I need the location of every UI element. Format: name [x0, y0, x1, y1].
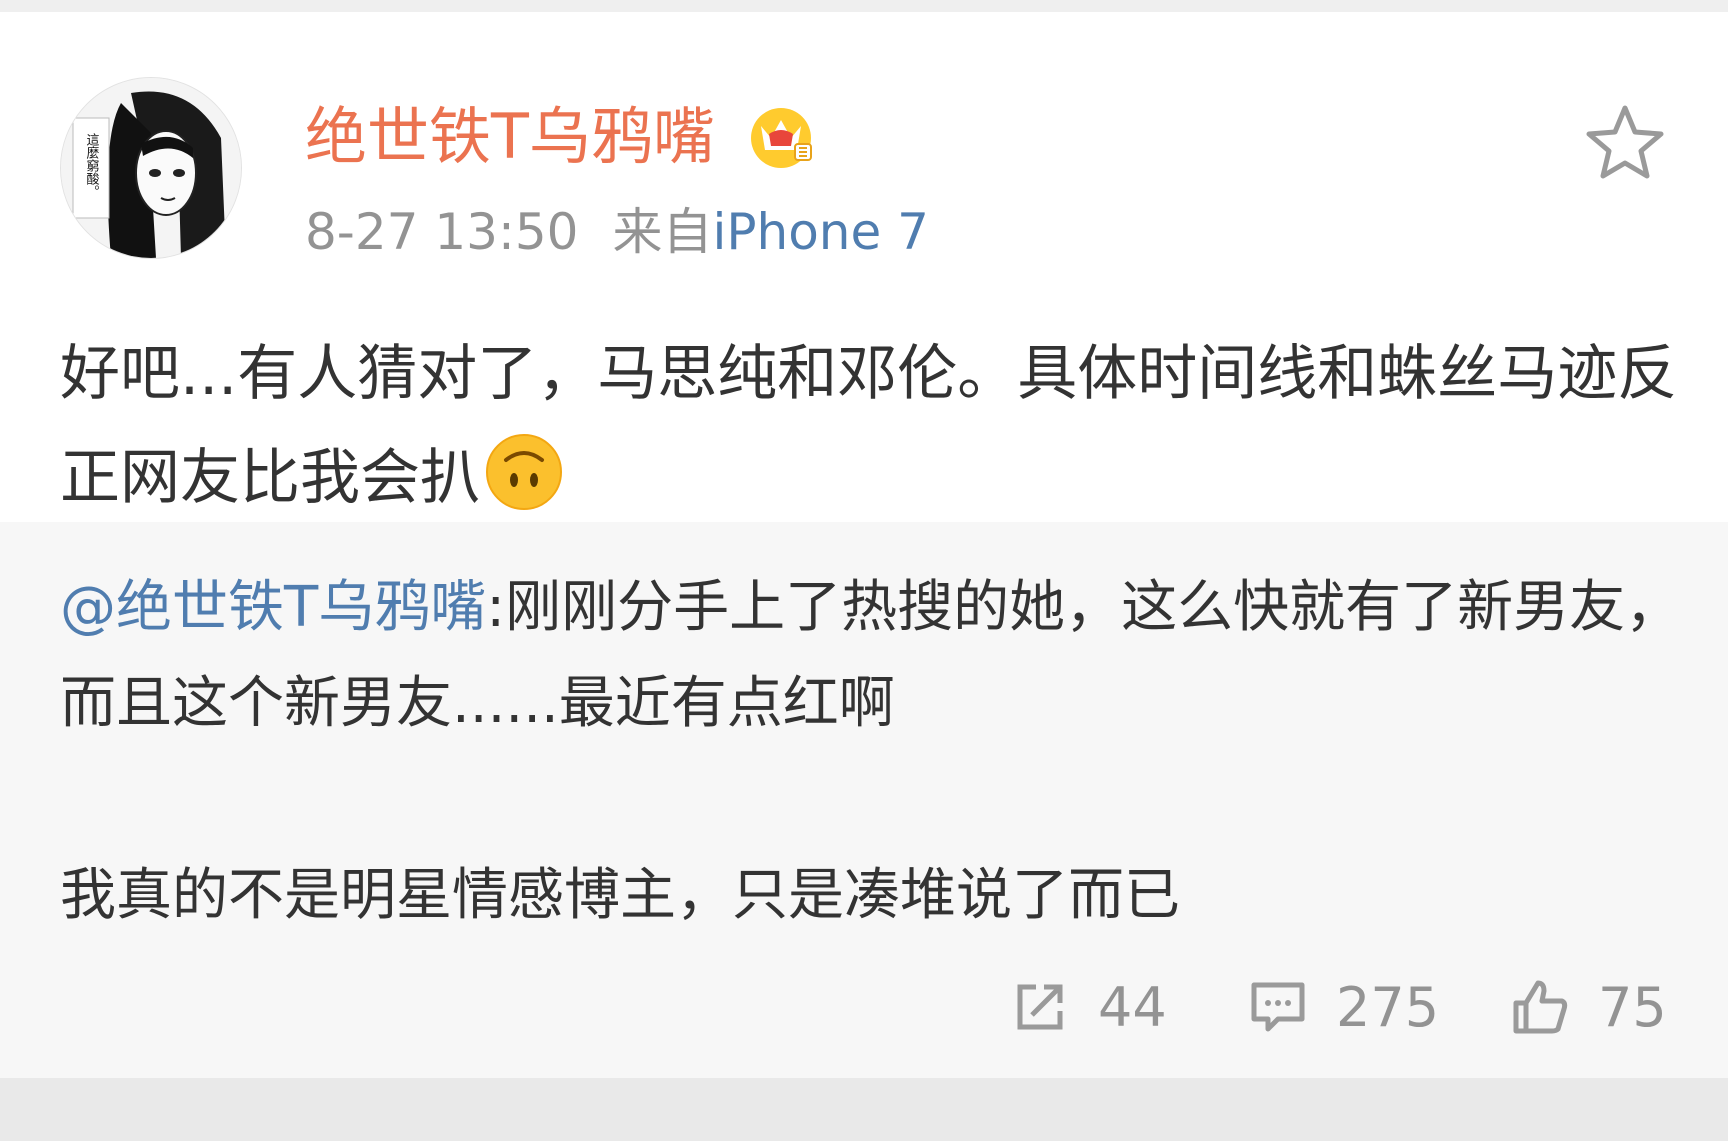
- repost-line1: @绝世铁T乌鸦嘴:刚刚分手上了热搜的她，这么快就有了新男友，而且这个新男友...…: [60, 560, 1690, 752]
- weibo-post: 這麼窮酸。 绝世铁T乌鸦嘴 8-27 13:50 来自iPhone 7 好吧...…: [0, 12, 1728, 522]
- comment-icon: [1251, 982, 1305, 1032]
- post-text: 好吧...有人猜对了，马思纯和邓伦。具体时间线和蛛丝马迹反正网友比我会扒: [60, 322, 1690, 530]
- avatar-text: 這麼窮酸。: [84, 132, 100, 198]
- repost-box[interactable]: @绝世铁T乌鸦嘴:刚刚分手上了热搜的她，这么快就有了新男友，而且这个新男友...…: [0, 522, 1728, 1078]
- user-avatar[interactable]: 這麼窮酸。: [60, 77, 242, 259]
- repost-line2: 我真的不是明星情感博主，只是凑堆说了而已: [60, 863, 1180, 928]
- repost-text: @绝世铁T乌鸦嘴:刚刚分手上了热搜的她，这么快就有了新男友，而且这个新男友...…: [60, 560, 1690, 944]
- comment-count: 275: [1336, 975, 1440, 1039]
- avatar-illustration: 這麼窮酸。: [61, 78, 241, 258]
- crown-vip-icon[interactable]: [745, 100, 817, 172]
- source-label: 来自: [612, 203, 713, 261]
- share-icon: [1017, 984, 1063, 1030]
- post-text-content: 好吧...有人猜对了，马思纯和邓伦。具体时间线和蛛丝马迹反正网友比我会扒: [60, 339, 1678, 513]
- source-device[interactable]: iPhone 7: [712, 203, 928, 261]
- share-button[interactable]: 44: [1010, 972, 1167, 1042]
- post-time: 8-27 13:50: [305, 203, 579, 261]
- action-bar: 44 275 75: [0, 962, 1728, 1052]
- mention-link[interactable]: @绝世铁T乌鸦嘴: [60, 575, 486, 640]
- username[interactable]: 绝世铁T乌鸦嘴: [305, 97, 715, 177]
- post-meta: 8-27 13:50 来自iPhone 7: [305, 197, 929, 267]
- like-count: 75: [1598, 975, 1667, 1039]
- bottom-divider: [0, 1078, 1728, 1141]
- comment-button[interactable]: 275: [1248, 972, 1439, 1042]
- favorite-star-icon[interactable]: [1585, 102, 1665, 182]
- thumbs-up-icon: [1513, 980, 1568, 1034]
- like-button[interactable]: 75: [1510, 972, 1667, 1042]
- share-count: 44: [1098, 975, 1167, 1039]
- top-divider: [0, 0, 1728, 12]
- upside-down-face-emoji-icon: [486, 434, 562, 510]
